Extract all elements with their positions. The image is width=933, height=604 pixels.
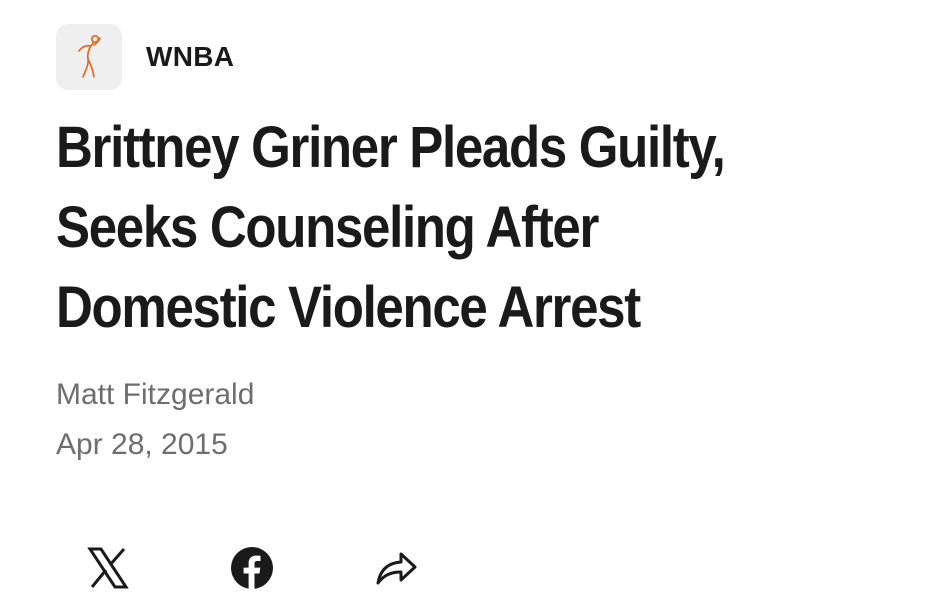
league-logo[interactable] bbox=[56, 24, 122, 90]
league-link[interactable]: WNBA bbox=[56, 24, 234, 90]
article-author[interactable]: Matt Fitzgerald bbox=[56, 378, 254, 412]
share-facebook-button[interactable] bbox=[224, 540, 280, 596]
article-header: WNBA Brittney Griner Pleads Guilty, Seek… bbox=[0, 0, 933, 604]
share-button[interactable] bbox=[368, 540, 424, 596]
article-headline: Brittney Griner Pleads Guilty, Seeks Cou… bbox=[56, 115, 726, 340]
x-icon bbox=[87, 547, 129, 589]
share-toolbar bbox=[80, 540, 424, 596]
facebook-icon bbox=[231, 547, 273, 590]
share-arrow-icon bbox=[376, 552, 417, 585]
wnba-logo-icon bbox=[78, 34, 101, 78]
league-name[interactable]: WNBA bbox=[146, 41, 234, 73]
share-x-button[interactable] bbox=[80, 540, 136, 596]
article-date: Apr 28, 2015 bbox=[56, 428, 228, 461]
